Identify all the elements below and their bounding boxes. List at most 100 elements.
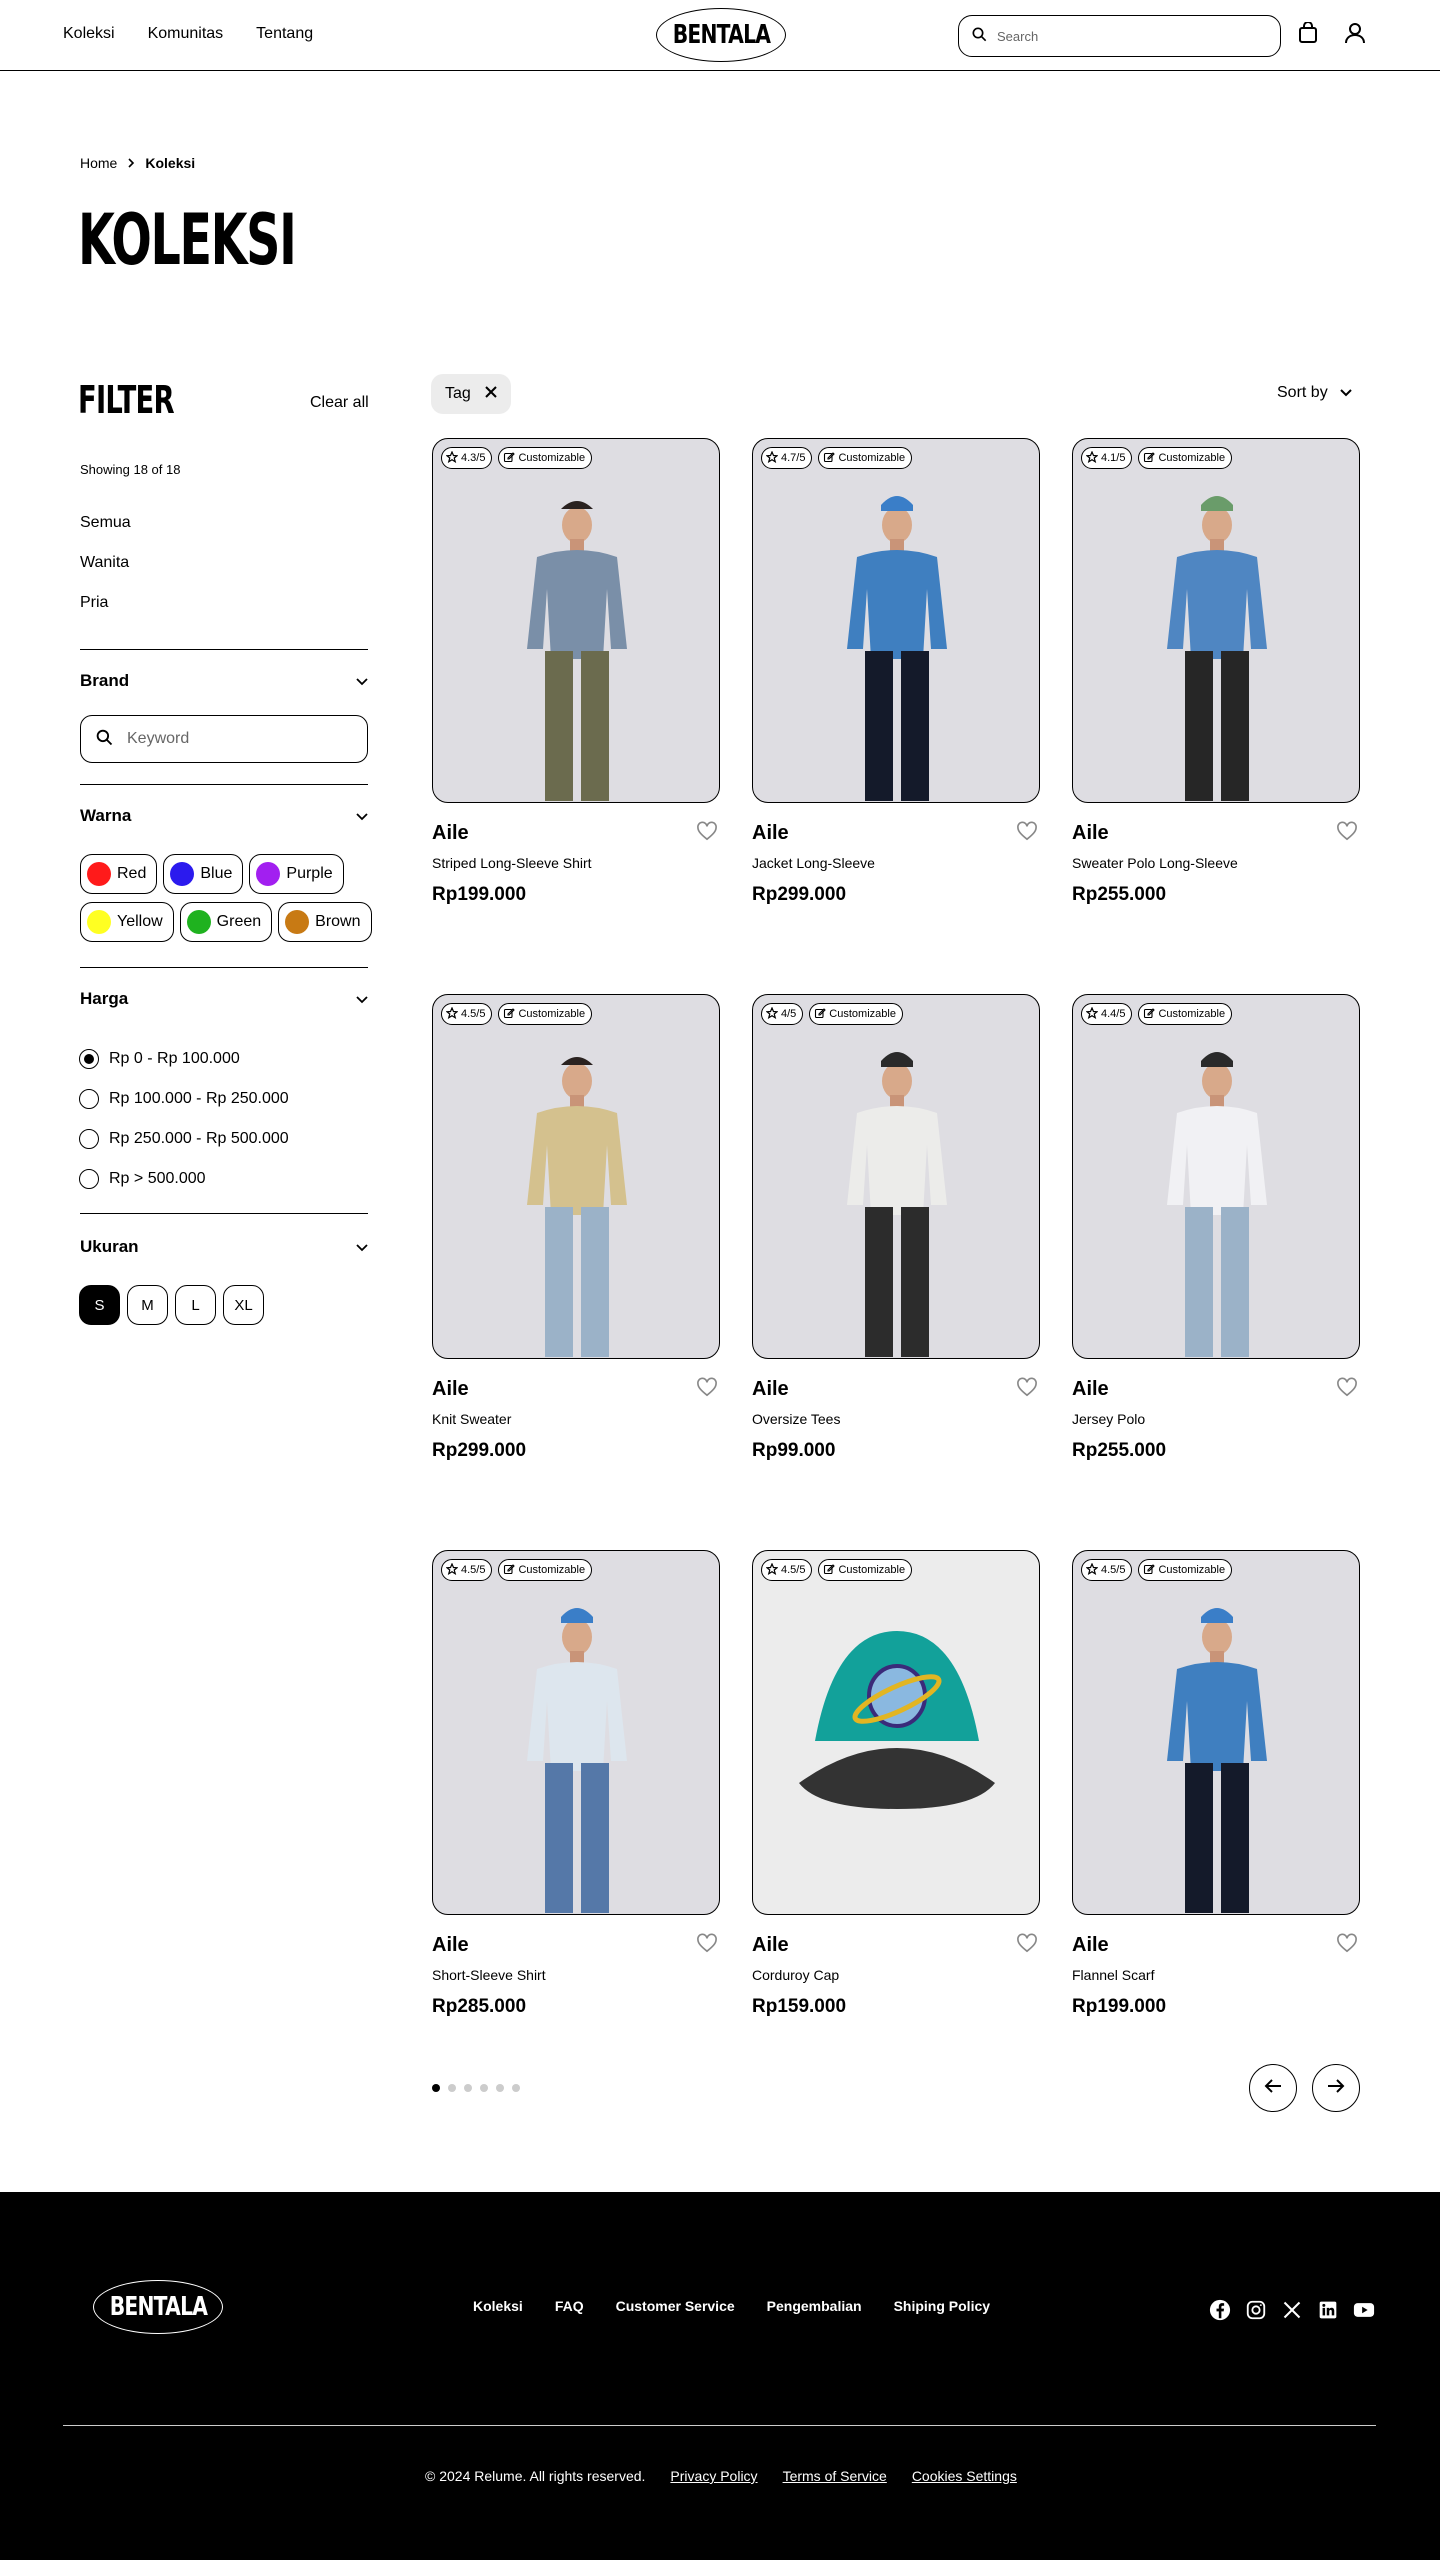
- previous-page-button[interactable]: [1249, 2064, 1297, 2112]
- footer-logo[interactable]: BENTALA: [93, 2280, 223, 2334]
- price-option[interactable]: Rp 100.000 - Rp 250.000: [79, 1079, 289, 1119]
- price-option[interactable]: Rp > 500.000: [79, 1159, 289, 1199]
- size-section-toggle[interactable]: Ukuran: [80, 1237, 368, 1257]
- nav-link-tentang[interactable]: Tentang: [256, 25, 313, 43]
- instagram-icon[interactable]: [1244, 2298, 1268, 2322]
- privacy-policy-link[interactable]: Privacy Policy: [670, 2468, 757, 2484]
- footer-link[interactable]: Koleksi: [473, 2298, 523, 2314]
- radio-selected[interactable]: [79, 1049, 99, 1069]
- clear-all-button[interactable]: Clear all: [310, 394, 369, 412]
- brand-section-label: Brand: [80, 671, 130, 690]
- nav-link-komunitas[interactable]: Komunitas: [148, 25, 224, 43]
- product-image[interactable]: 4.1/5 Customizable: [1072, 438, 1360, 803]
- product-card[interactable]: 4.7/5 Customizable Aile Jacket Long-Sleeve R…: [752, 438, 1040, 994]
- account-button[interactable]: [1342, 22, 1368, 48]
- color-option-yellow[interactable]: Yellow: [80, 902, 174, 942]
- product-image[interactable]: 4.3/5 Customizable: [432, 438, 720, 803]
- size-option-m[interactable]: M: [127, 1285, 168, 1325]
- search-icon: [95, 728, 113, 751]
- product-card[interactable]: 4.4/5 Customizable Aile Jersey Polo Rp255.00…: [1072, 994, 1360, 1550]
- sort-dropdown[interactable]: Sort by: [1277, 384, 1352, 402]
- star-icon: [765, 449, 779, 466]
- product-name: Oversize Tees: [752, 1411, 841, 1427]
- color-option-red[interactable]: Red: [80, 854, 158, 894]
- product-meta-row: Aile: [432, 1377, 720, 1401]
- product-card[interactable]: 4.3/5 Customizable Aile Striped Long-Sleeve…: [432, 438, 720, 994]
- facebook-icon[interactable]: [1208, 2298, 1232, 2322]
- product-image[interactable]: 4.5/5 Customizable: [752, 1550, 1040, 1915]
- product-card[interactable]: 4/5 Customizable Aile Oversize Tees Rp99.000: [752, 994, 1040, 1550]
- price-option[interactable]: Rp 250.000 - Rp 500.000: [79, 1119, 289, 1159]
- heart-icon[interactable]: [1336, 1377, 1360, 1401]
- product-badges: 4.5/5 Customizable: [441, 1003, 593, 1025]
- pagination-dot[interactable]: [496, 2084, 504, 2092]
- pagination-dot[interactable]: [464, 2084, 472, 2092]
- radio[interactable]: [79, 1089, 99, 1109]
- brand-keyword-field[interactable]: [80, 715, 368, 763]
- close-icon[interactable]: [485, 385, 497, 403]
- breadcrumb-home[interactable]: Home: [80, 155, 117, 171]
- pagination-dot[interactable]: [432, 2084, 440, 2092]
- footer-link[interactable]: FAQ: [555, 2298, 584, 2314]
- heart-icon[interactable]: [1016, 821, 1040, 845]
- price-section-toggle[interactable]: Harga: [80, 989, 368, 1009]
- footer-link[interactable]: Pengembalian: [767, 2298, 862, 2314]
- category-item[interactable]: Semua: [80, 514, 131, 554]
- top-navbar: Koleksi Komunitas Tentang BENTALA: [0, 0, 1440, 71]
- heart-icon[interactable]: [1336, 1933, 1360, 1957]
- pagination-dot[interactable]: [512, 2084, 520, 2092]
- pagination-dot[interactable]: [480, 2084, 488, 2092]
- terms-of-service-link[interactable]: Terms of Service: [783, 2468, 887, 2484]
- product-image[interactable]: 4.7/5 Customizable: [752, 438, 1040, 803]
- search-input[interactable]: [997, 28, 1257, 44]
- nav-link-koleksi[interactable]: Koleksi: [63, 25, 115, 43]
- product-card[interactable]: 4.1/5 Customizable Aile Sweater Polo Long-S…: [1072, 438, 1360, 994]
- product-card[interactable]: 4.5/5 Customizable Aile Corduroy Cap Rp159.0…: [752, 1550, 1040, 2106]
- price-option[interactable]: Rp 0 - Rp 100.000: [79, 1039, 289, 1079]
- brand-section-toggle[interactable]: Brand: [80, 671, 368, 691]
- color-option-green[interactable]: Green: [179, 902, 273, 942]
- product-image[interactable]: 4.5/5 Customizable: [1072, 1550, 1360, 1915]
- footer-link[interactable]: Shiping Policy: [894, 2298, 990, 2314]
- product-card[interactable]: 4.5/5 Customizable Aile Flannel Scarf Rp199.…: [1072, 1550, 1360, 2106]
- product-image[interactable]: 4.5/5 Customizable: [432, 994, 720, 1359]
- color-option-blue[interactable]: Blue: [163, 854, 244, 894]
- pagination-dots: [432, 2084, 520, 2092]
- footer-link[interactable]: Customer Service: [616, 2298, 735, 2314]
- heart-icon[interactable]: [696, 821, 720, 845]
- size-options: S M L XL: [79, 1285, 264, 1325]
- size-option-l[interactable]: L: [175, 1285, 216, 1325]
- next-page-button[interactable]: [1312, 2064, 1360, 2112]
- search-bar[interactable]: [958, 15, 1281, 57]
- customizable-badge: Customizable: [818, 447, 913, 469]
- product-card[interactable]: 4.5/5 Customizable Aile Short-Sleeve Shirt R…: [432, 1550, 720, 2106]
- product-card[interactable]: 4.5/5 Customizable Aile Knit Sweater Rp299.0…: [432, 994, 720, 1550]
- cookies-settings-link[interactable]: Cookies Settings: [912, 2468, 1017, 2484]
- x-icon[interactable]: [1280, 2298, 1304, 2322]
- product-badges: 4.5/5 Customizable: [441, 1559, 593, 1581]
- youtube-icon[interactable]: [1352, 2298, 1376, 2322]
- brand-keyword-input[interactable]: [127, 730, 347, 748]
- color-section-toggle[interactable]: Warna: [80, 806, 368, 826]
- size-option-xl[interactable]: XL: [223, 1285, 264, 1325]
- product-image[interactable]: 4/5 Customizable: [752, 994, 1040, 1359]
- cart-button[interactable]: [1295, 20, 1321, 48]
- linkedin-icon[interactable]: [1316, 2298, 1340, 2322]
- category-item[interactable]: Wanita: [80, 554, 131, 594]
- heart-icon[interactable]: [1336, 821, 1360, 845]
- radio[interactable]: [79, 1129, 99, 1149]
- brand-logo[interactable]: BENTALA: [656, 8, 786, 62]
- heart-icon[interactable]: [696, 1377, 720, 1401]
- product-image[interactable]: 4.4/5 Customizable: [1072, 994, 1360, 1359]
- heart-icon[interactable]: [1016, 1933, 1040, 1957]
- heart-icon[interactable]: [1016, 1377, 1040, 1401]
- radio[interactable]: [79, 1169, 99, 1189]
- category-item[interactable]: Pria: [80, 594, 131, 634]
- product-image[interactable]: 4.5/5 Customizable: [432, 1550, 720, 1915]
- size-option-s[interactable]: S: [79, 1285, 120, 1325]
- color-option-purple[interactable]: Purple: [249, 854, 344, 894]
- customizable-badge: Customizable: [809, 1003, 903, 1025]
- pagination-dot[interactable]: [448, 2084, 456, 2092]
- heart-icon[interactable]: [696, 1933, 720, 1957]
- color-option-brown[interactable]: Brown: [278, 902, 372, 942]
